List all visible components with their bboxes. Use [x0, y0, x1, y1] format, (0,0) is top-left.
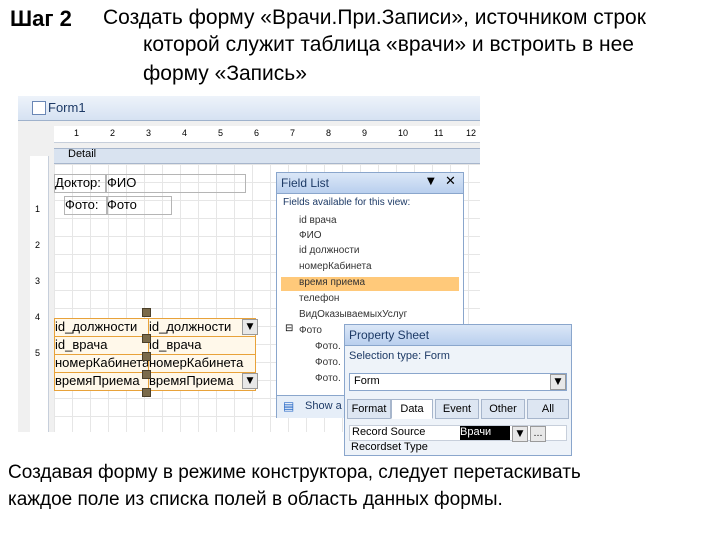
ruler-mark: 4: [182, 128, 188, 138]
recordset-type-label: Recordset Type: [351, 441, 428, 453]
horizontal-ruler: 1 2 3 4 5 6 7 8 9 10 11 12: [54, 126, 480, 143]
selected-control-field[interactable]: id_врача: [148, 336, 256, 355]
field-list-item[interactable]: ФИО: [299, 230, 322, 241]
object-selector-value: Form: [354, 375, 380, 387]
selection-handle[interactable]: [142, 334, 151, 343]
vertical-ruler-mark: 4: [35, 312, 41, 322]
field-list-titlebar[interactable]: Field List ▼ ✕: [277, 173, 463, 194]
field-list-title: Field List: [281, 176, 330, 190]
heading-line-2: которой служит таблица «врачи» и встроит…: [143, 33, 634, 56]
selection-handle[interactable]: [142, 308, 151, 317]
field-list-item-selected[interactable]: время приема: [299, 277, 365, 288]
detail-section-bar[interactable]: [54, 148, 480, 164]
selection-handle[interactable]: [142, 352, 151, 361]
ruler-mark: 5: [218, 128, 224, 138]
selected-control-label[interactable]: номерКабинета: [54, 354, 150, 373]
field-list-subitem[interactable]: Фото.: [315, 373, 341, 384]
chevron-down-icon[interactable]: ▼: [512, 426, 528, 442]
property-sheet-titlebar[interactable]: Property Sheet: [345, 325, 571, 346]
caption-line-2: каждое поле из списка полей в область да…: [8, 489, 503, 510]
field-list-item[interactable]: ВидОказываемыхУслуг: [299, 309, 407, 320]
record-source-value[interactable]: Врачи: [460, 426, 510, 440]
selected-control-field[interactable]: номерКабинета: [148, 354, 256, 373]
property-sheet-title: Property Sheet: [349, 328, 430, 342]
ruler-mark: 3: [146, 128, 152, 138]
chevron-down-icon[interactable]: ▼: [242, 319, 258, 335]
vertical-ruler-mark: 2: [35, 240, 41, 250]
show-all-tables-link[interactable]: Show a: [305, 400, 342, 412]
doctor-label[interactable]: Доктор:: [54, 174, 106, 193]
field-list-item[interactable]: номерКабинета: [299, 261, 372, 272]
selection-handle[interactable]: [142, 388, 151, 397]
form-tab[interactable]: Form1: [18, 96, 480, 121]
builder-icon[interactable]: …: [530, 426, 546, 442]
doctor-field[interactable]: ФИО: [106, 174, 246, 193]
field-list-item[interactable]: id должности: [299, 245, 360, 256]
ruler-mark: 10: [398, 128, 409, 138]
ruler-mark: 9: [362, 128, 368, 138]
selected-control-label[interactable]: id_должности: [54, 318, 150, 337]
selected-control-label[interactable]: id_врача: [54, 336, 150, 355]
chevron-down-icon[interactable]: ▼: [242, 373, 258, 389]
form-icon: [32, 101, 46, 115]
field-list-subitem[interactable]: Фото.: [315, 341, 341, 352]
vertical-ruler-mark: 5: [35, 348, 41, 358]
chevron-down-icon[interactable]: ▼: [550, 374, 566, 390]
tab-data[interactable]: Data: [391, 399, 433, 419]
vertical-ruler-mark: 1: [35, 204, 41, 214]
close-icon[interactable]: ✕: [445, 174, 456, 189]
field-list-subitem[interactable]: Фото.: [315, 357, 341, 368]
detail-section-label: Detail: [68, 148, 97, 160]
ruler-mark: 2: [110, 128, 116, 138]
collapse-icon[interactable]: ⊟: [285, 323, 293, 334]
selected-control-field[interactable]: времяПриема: [148, 372, 256, 391]
ruler-mark: 12: [466, 128, 477, 138]
field-list-item[interactable]: телефон: [299, 293, 339, 304]
show-fields-icon: ▤: [283, 399, 295, 413]
ruler-mark: 6: [254, 128, 260, 138]
property-sheet-pane: Property Sheet Selection type: Form Form…: [344, 324, 572, 456]
photo-field[interactable]: Фото: [106, 196, 172, 215]
chevron-down-icon[interactable]: ▼: [427, 176, 435, 187]
record-source-label: Record Source: [352, 426, 426, 438]
object-selector[interactable]: Form ▼: [349, 373, 567, 391]
field-list-item[interactable]: id врача: [299, 215, 337, 226]
caption-line-1: Создавая форму в режиме конструктора, сл…: [8, 462, 581, 483]
field-list-item[interactable]: Фото: [299, 325, 322, 336]
form-tab-label: Form1: [48, 100, 86, 115]
selection-type-label: Selection type: Form: [349, 350, 450, 362]
heading-line-3: форму «Запись»: [143, 62, 307, 85]
photo-label[interactable]: Фото:: [64, 196, 108, 215]
record-source-row[interactable]: Record Source Врачи ▼ …: [349, 425, 567, 442]
selected-control-field[interactable]: id_должности: [148, 318, 256, 337]
tab-all[interactable]: All: [527, 399, 569, 419]
tab-format[interactable]: Format: [347, 399, 391, 419]
selection-handle[interactable]: [142, 370, 151, 379]
vertical-ruler: 1 2 3 4 5: [30, 156, 49, 432]
tab-other[interactable]: Other: [481, 399, 525, 419]
ruler-mark: 11: [434, 128, 444, 138]
vertical-ruler-mark: 3: [35, 276, 41, 286]
tab-event[interactable]: Event: [435, 399, 479, 419]
ruler-mark: 7: [290, 128, 296, 138]
field-list-heading: Fields available for this view:: [283, 197, 411, 208]
selected-control-label[interactable]: времяПриема: [54, 372, 150, 391]
step-number: Шаг 2: [10, 6, 72, 31]
ruler-mark: 8: [326, 128, 332, 138]
ruler-mark: 1: [74, 128, 80, 138]
heading-line-1: Создать форму «Врачи.При.Записи», источн…: [103, 6, 646, 29]
